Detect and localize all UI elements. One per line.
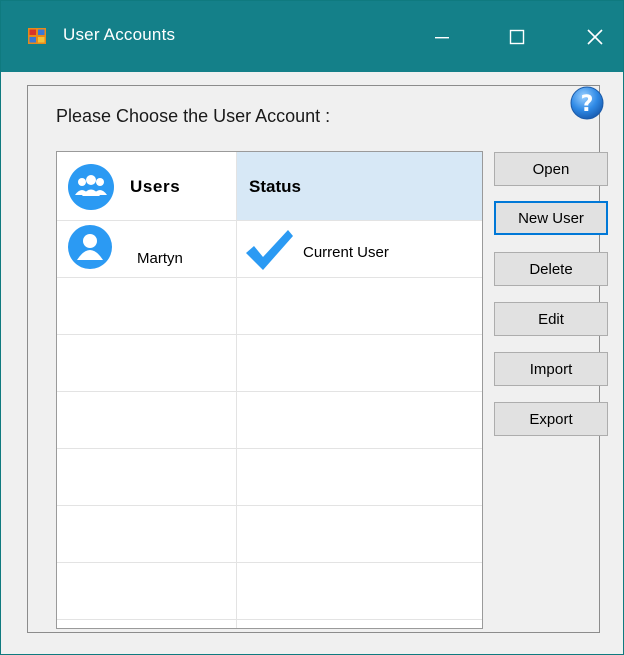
svg-text:?: ? [581, 92, 594, 117]
row-divider [57, 391, 482, 392]
maximize-button[interactable] [489, 13, 545, 61]
close-button[interactable] [567, 13, 623, 61]
delete-button[interactable]: Delete [494, 252, 608, 286]
window-title: User Accounts [63, 25, 176, 44]
row-divider [57, 448, 482, 449]
export-button[interactable]: Export [494, 402, 608, 436]
edit-button[interactable]: Edit [494, 302, 608, 336]
column-separator [236, 152, 237, 628]
users-group-icon [68, 164, 114, 210]
prompt-label: Please Choose the User Account : [56, 106, 331, 126]
minimize-button[interactable] [414, 13, 470, 61]
new-user-button[interactable]: New User [494, 201, 608, 235]
row-divider [57, 562, 482, 563]
title-bar[interactable]: User Accounts [1, 1, 623, 72]
row-divider [57, 334, 482, 335]
import-button[interactable]: Import [494, 352, 608, 386]
user-status: Current User [303, 244, 389, 261]
close-icon [587, 29, 603, 45]
user-avatar-icon [68, 225, 112, 269]
column-header-users: Users [130, 177, 181, 196]
app-icon [28, 28, 46, 44]
column-header-status: Status [249, 177, 301, 196]
row-divider [57, 277, 482, 278]
user-accounts-window: User Accounts Please Choose the User Acc… [0, 0, 624, 655]
checkmark-icon [246, 230, 293, 270]
users-list[interactable]: Users Status Martyn Current User [56, 151, 483, 629]
row-divider [57, 619, 482, 620]
row-divider [57, 220, 482, 221]
user-name: Martyn [137, 250, 183, 267]
open-button[interactable]: Open [494, 152, 608, 186]
help-icon[interactable]: ? [569, 85, 605, 121]
row-divider [57, 505, 482, 506]
maximize-icon [509, 29, 525, 45]
minimize-icon [435, 37, 449, 39]
